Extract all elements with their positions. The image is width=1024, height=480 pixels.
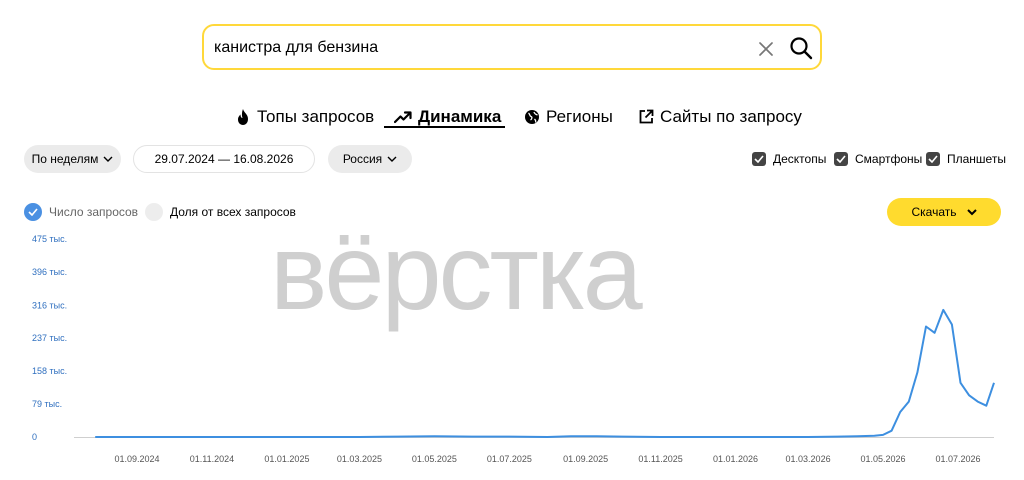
x-tick-label: 01.09.2025 bbox=[563, 454, 608, 464]
check-icon bbox=[24, 203, 42, 221]
check-icon bbox=[752, 152, 766, 166]
chevron-down-icon bbox=[387, 156, 397, 162]
series-line bbox=[95, 308, 995, 438]
x-tick-label: 01.01.2026 bbox=[713, 454, 758, 464]
chevron-down-icon bbox=[103, 156, 113, 162]
tab-bar: Топы запросов Динамика Регионы Сайты по … bbox=[0, 100, 1024, 134]
y-tick-label: 79 тыс. bbox=[32, 399, 62, 409]
date-range-picker[interactable]: 29.07.2024 — 16.08.2026 bbox=[133, 145, 315, 173]
checkbox-label: Смартфоны bbox=[855, 152, 923, 166]
x-tick-label: 01.11.2025 bbox=[638, 454, 682, 464]
y-tick-label: 396 тыс. bbox=[32, 267, 67, 277]
tab-sites[interactable]: Сайты по запросу bbox=[638, 104, 802, 130]
period-label: По неделям bbox=[31, 152, 99, 166]
x-tick-label: 01.01.2025 bbox=[264, 454, 309, 464]
legend-label: Доля от всех запросов bbox=[170, 205, 296, 219]
x-tick-label: 01.05.2026 bbox=[861, 454, 906, 464]
y-tick-label: 237 тыс. bbox=[32, 333, 67, 343]
tab-top-queries[interactable]: Топы запросов bbox=[235, 104, 374, 130]
check-icon bbox=[834, 152, 848, 166]
radio-empty-icon bbox=[145, 203, 163, 221]
smartphones-checkbox[interactable]: Смартфоны bbox=[834, 150, 922, 168]
legend-share-toggle[interactable]: Доля от всех запросов bbox=[145, 202, 296, 222]
region-label: Россия bbox=[342, 152, 383, 166]
x-tick-label: 01.05.2025 bbox=[412, 454, 457, 464]
external-link-icon bbox=[639, 109, 654, 124]
x-tick-label: 01.11.2024 bbox=[190, 454, 234, 464]
tab-label: Сайты по запросу bbox=[660, 107, 802, 126]
desktops-checkbox[interactable]: Десктопы bbox=[752, 150, 826, 168]
legend-count-toggle[interactable]: Число запросов bbox=[24, 202, 138, 222]
x-tick-label: 01.07.2025 bbox=[487, 454, 532, 464]
active-tab-underline bbox=[384, 126, 505, 128]
tab-label: Топы запросов bbox=[257, 107, 375, 126]
y-tick-label: 0 bbox=[32, 432, 37, 442]
trend-up-icon bbox=[394, 111, 412, 124]
y-tick-label: 316 тыс. bbox=[32, 300, 67, 310]
chevron-down-icon bbox=[966, 208, 977, 215]
fire-icon bbox=[238, 109, 248, 125]
globe-icon bbox=[525, 110, 539, 124]
dynamics-chart: 0 79 тыс. 158 тыс. 237 тыс. 316 тыс. 396 тыс.… bbox=[32, 234, 995, 464]
x-tick-label: 01.03.2025 bbox=[337, 454, 382, 464]
search-input[interactable] bbox=[214, 36, 734, 60]
tab-label: Регионы bbox=[546, 107, 613, 126]
tablets-checkbox[interactable]: Планшеты bbox=[926, 150, 1006, 168]
period-dropdown[interactable]: По неделям bbox=[24, 145, 121, 173]
tab-label: Динамика bbox=[418, 107, 502, 126]
search-icon[interactable] bbox=[788, 35, 814, 61]
download-button[interactable]: Скачать bbox=[887, 198, 1001, 226]
checkbox-label: Планшеты bbox=[947, 152, 1006, 166]
x-tick-label: 01.07.2026 bbox=[935, 454, 980, 464]
tab-regions[interactable]: Регионы bbox=[524, 104, 613, 130]
y-tick-label: 475 тыс. bbox=[32, 234, 67, 244]
x-tick-label: 01.03.2026 bbox=[786, 454, 831, 464]
check-icon bbox=[926, 152, 940, 166]
checkbox-label: Десктопы bbox=[773, 152, 827, 166]
x-tick-label: 01.09.2024 bbox=[114, 454, 159, 464]
legend-label: Число запросов bbox=[49, 205, 139, 219]
region-dropdown[interactable]: Россия bbox=[328, 145, 412, 173]
close-icon[interactable] bbox=[756, 39, 776, 59]
download-label: Скачать bbox=[911, 205, 957, 219]
search-box[interactable] bbox=[202, 24, 822, 70]
y-tick-label: 158 тыс. bbox=[32, 366, 67, 376]
date-range-label: 29.07.2024 — 16.08.2026 bbox=[154, 152, 294, 166]
